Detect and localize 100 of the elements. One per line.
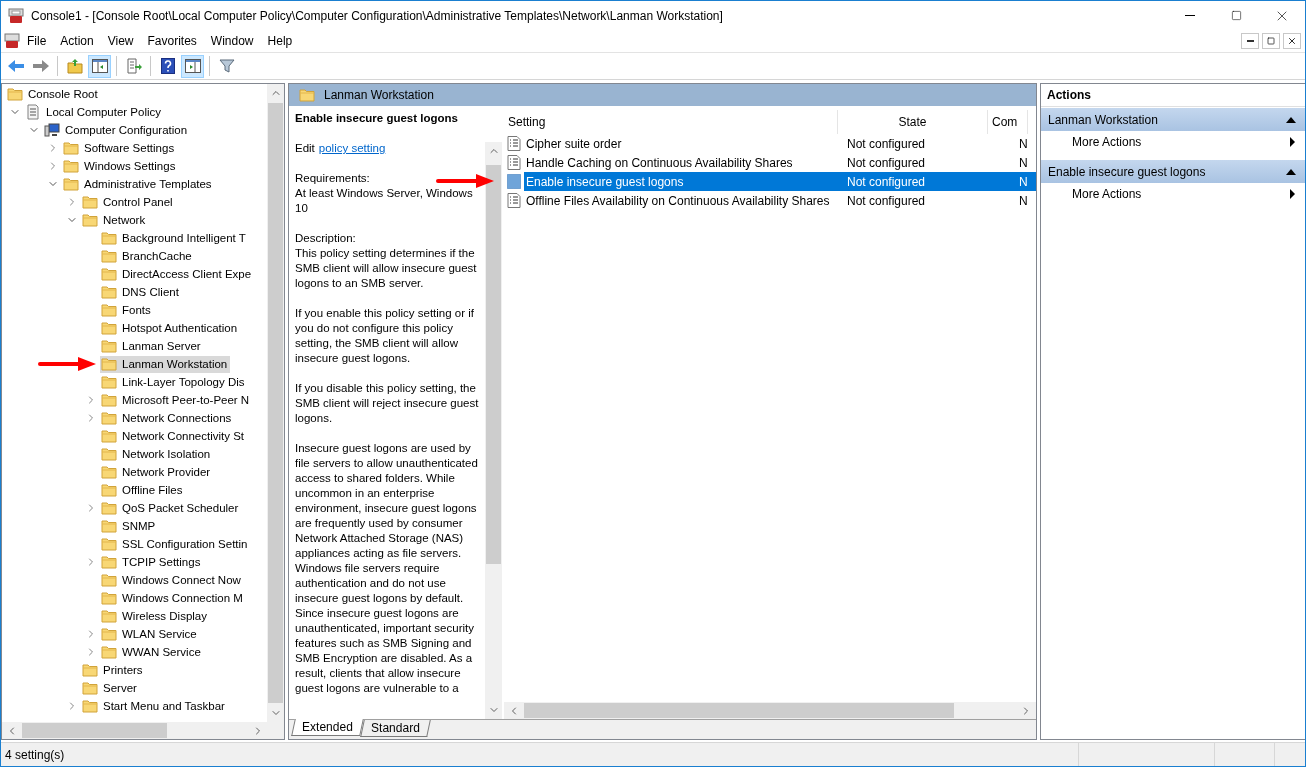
- setting-row[interactable]: Handle Caching on Continuous Availability Shares Not configured N: [524, 153, 1036, 172]
- setting-icon: [507, 193, 521, 208]
- setting-icon: [507, 136, 521, 151]
- tree-item[interactable]: Lanman Server: [100, 337, 204, 355]
- actions-section-header[interactable]: Lanman Workstation: [1041, 108, 1305, 131]
- tree-item[interactable]: Printers: [81, 661, 146, 679]
- action-item[interactable]: More Actions: [1041, 131, 1305, 153]
- tree-item[interactable]: Network Connectivity St: [100, 427, 248, 445]
- tree-item[interactable]: Link-Layer Topology Dis: [100, 373, 248, 391]
- folder-icon: [101, 285, 117, 299]
- menu-item[interactable]: File: [20, 31, 54, 51]
- tree-item[interactable]: Background Intelligent T: [100, 229, 249, 247]
- tree-item[interactable]: Offline Files: [100, 481, 186, 499]
- menu-item[interactable]: Action: [53, 31, 101, 51]
- close-button[interactable]: [1283, 33, 1301, 49]
- forward-arrow-icon: [31, 59, 50, 73]
- tree-item[interactable]: QoS Packet Scheduler: [100, 499, 242, 517]
- view-tab[interactable]: Extended: [291, 719, 364, 736]
- column-header[interactable]: Com: [988, 110, 1028, 134]
- table-cell-text: Cipher suite order: [525, 136, 623, 151]
- menu-item[interactable]: Favorites: [140, 31, 204, 51]
- toolbar-button[interactable]: [181, 54, 204, 78]
- close-icon: [1287, 36, 1297, 46]
- tree-item[interactable]: Console Root: [6, 85, 101, 103]
- actions-section-header[interactable]: Enable insecure guest logons: [1041, 160, 1305, 183]
- tree-item[interactable]: Windows Settings: [62, 157, 179, 175]
- table-cell-text: N: [1018, 155, 1029, 170]
- tree-item[interactable]: Local Computer Policy: [24, 103, 165, 121]
- requirements-text: At least Windows Server, Windows 10: [295, 186, 474, 216]
- scroll-thumb[interactable]: [524, 703, 954, 718]
- folder-icon: [101, 375, 117, 389]
- tree-item[interactable]: Microsoft Peer-to-Peer N: [100, 391, 253, 409]
- column-header[interactable]: State: [838, 110, 988, 134]
- tree-item[interactable]: Server: [81, 679, 140, 697]
- folder-icon: [299, 88, 315, 102]
- tree-item[interactable]: TCPIP Settings: [100, 553, 204, 571]
- computer-icon: [44, 122, 60, 138]
- scrollbar[interactable]: [2, 722, 284, 739]
- setting-row[interactable]: Cipher suite order Not configured N: [524, 134, 1036, 153]
- collapse-triangle-icon: [1286, 116, 1296, 123]
- folder-icon: [101, 483, 117, 497]
- tree-item[interactable]: Control Panel: [81, 193, 176, 211]
- action-item[interactable]: More Actions: [1041, 183, 1305, 205]
- scrollbar[interactable]: [267, 84, 284, 722]
- folder-icon: [7, 87, 23, 101]
- menu-item[interactable]: View: [100, 31, 141, 51]
- setting-icon: [507, 155, 521, 170]
- pane-title: Lanman Workstation: [324, 88, 434, 102]
- tree-item[interactable]: Network Provider: [100, 463, 214, 481]
- folder-icon: [101, 555, 117, 569]
- table-cell-text: Not configured: [847, 136, 927, 151]
- folder-icon: [82, 699, 98, 713]
- scrollbar[interactable]: [504, 702, 1036, 719]
- view-tab[interactable]: Standard: [359, 720, 431, 737]
- menu-item[interactable]: Window: [203, 31, 261, 51]
- tree-item[interactable]: Windows Connection M: [100, 589, 246, 607]
- tree-item[interactable]: SNMP: [100, 517, 159, 535]
- tree-item[interactable]: Administrative Templates: [62, 175, 215, 193]
- menu-item[interactable]: Help: [260, 31, 300, 51]
- folder-icon: [101, 321, 117, 335]
- tree-item[interactable]: SSL Configuration Settin: [100, 535, 251, 553]
- folder-icon: [101, 627, 117, 641]
- tree-item[interactable]: BranchCache: [100, 247, 195, 265]
- tree-item[interactable]: Software Settings: [62, 139, 178, 157]
- scroll-thumb[interactable]: [268, 103, 283, 703]
- setting-row[interactable]: Enable insecure guest logons Not configured N: [524, 172, 1036, 191]
- tree-item[interactable]: DirectAccess Client Expe: [100, 265, 255, 283]
- tree-item[interactable]: Lanman Workstation: [100, 355, 231, 373]
- tree-item[interactable]: WLAN Service: [100, 625, 200, 643]
- help-icon: [160, 58, 175, 74]
- folder-icon: [101, 645, 117, 659]
- actions-title: Actions: [1041, 84, 1305, 107]
- tree-item[interactable]: Network Isolation: [100, 445, 214, 463]
- tree-item[interactable]: WWAN Service: [100, 643, 204, 661]
- edit-label: Edit: [295, 142, 315, 154]
- tree-item[interactable]: Network: [81, 211, 149, 229]
- filter-icon: [218, 58, 235, 74]
- table-cell-text: N: [1018, 193, 1029, 208]
- minimize-button[interactable]: [1241, 33, 1259, 49]
- policy-setting-link[interactable]: policy setting: [318, 142, 386, 154]
- tree-item[interactable]: DNS Client: [100, 283, 182, 301]
- tree-item[interactable]: Windows Connect Now: [100, 571, 244, 589]
- folder-icon: [63, 159, 79, 173]
- table-cell-text: Not configured: [847, 155, 927, 170]
- table-cell-text: Handle Caching on Continuous Availability Shares: [525, 155, 794, 170]
- tree-item[interactable]: Hotspot Authentication: [100, 319, 241, 337]
- toolbar-button[interactable]: [88, 54, 111, 78]
- tree-item[interactable]: Start Menu and Taskbar: [81, 697, 228, 715]
- scroll-thumb[interactable]: [486, 165, 501, 564]
- folder-icon: [101, 303, 117, 317]
- folder-icon: [101, 519, 117, 533]
- tree-item[interactable]: Fonts: [100, 301, 154, 319]
- tree-item[interactable]: Computer Configuration: [43, 121, 191, 139]
- column-header[interactable]: Setting: [504, 110, 838, 134]
- tree-item[interactable]: Network Connections: [100, 409, 235, 427]
- scroll-thumb[interactable]: [22, 723, 167, 738]
- setting-row[interactable]: Offline Files Availability on Continuous Availability Shares Not configured N: [524, 191, 1036, 210]
- tree-item[interactable]: Wireless Display: [100, 607, 210, 625]
- app-icon: [8, 7, 24, 24]
- scrollbar[interactable]: [485, 142, 502, 719]
